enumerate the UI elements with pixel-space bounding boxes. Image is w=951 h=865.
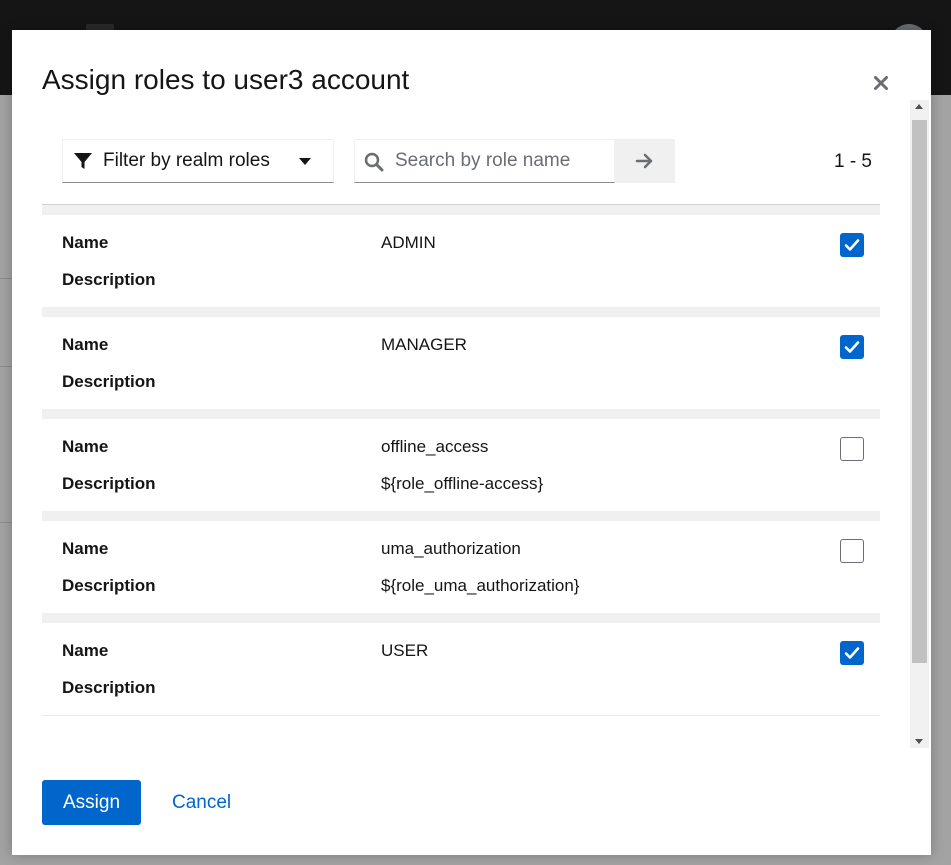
role-description: ${role_uma_authorization}: [381, 576, 580, 595]
name-label: Name: [62, 539, 109, 558]
pagination-info: 1 - 5: [833, 151, 872, 172]
role-row: Name offline_access Description ${role_offl…: [42, 409, 880, 511]
role-name: USER: [381, 641, 429, 660]
filter-icon: [73, 151, 93, 171]
role-name: ADMIN: [381, 233, 436, 252]
modal-title: Assign roles to user3 account: [42, 64, 410, 95]
name-label: Name: [62, 233, 109, 252]
name-label: Name: [62, 437, 109, 456]
scroll-up-icon[interactable]: [915, 104, 923, 109]
list-divider: [42, 715, 880, 716]
role-row: Name uma_authorization Description ${role_u…: [42, 511, 880, 613]
description-label: Description: [62, 678, 156, 697]
role-description: ${role_offline-access}: [381, 474, 544, 493]
search-submit-button[interactable]: [615, 139, 675, 183]
filter-dropdown[interactable]: Filter by realm roles: [62, 139, 334, 183]
role-name: MANAGER: [381, 335, 467, 354]
name-label: Name: [62, 335, 109, 354]
filter-selected-label: Filter by realm roles: [103, 150, 270, 171]
role-list: Name ADMIN Description Name MANAGER Descripti…: [42, 204, 880, 716]
background-divider: [0, 278, 12, 279]
description-label: Description: [62, 270, 156, 289]
role-checkbox[interactable]: [840, 335, 864, 359]
role-checkbox[interactable]: [840, 437, 864, 461]
assign-roles-modal: Assign roles to user3 account Filter by …: [12, 30, 931, 855]
caret-down-icon: [298, 157, 312, 166]
name-label: Name: [62, 641, 109, 660]
role-name: uma_authorization: [381, 539, 521, 558]
assign-button[interactable]: Assign: [42, 780, 141, 825]
search-box: [354, 139, 615, 183]
scroll-down-icon[interactable]: [915, 739, 923, 744]
close-button[interactable]: [868, 70, 894, 96]
description-label: Description: [62, 372, 156, 391]
checkmark-icon: [844, 341, 860, 353]
role-row: Name ADMIN Description: [42, 205, 880, 307]
checkmark-icon: [844, 647, 860, 659]
description-label: Description: [62, 474, 156, 493]
role-name: offline_access: [381, 437, 489, 456]
role-checkbox[interactable]: [840, 233, 864, 257]
close-icon: [874, 76, 888, 90]
scrollbar-thumb[interactable]: [912, 120, 927, 663]
role-row: Name MANAGER Description: [42, 307, 880, 409]
role-checkbox[interactable]: [840, 539, 864, 563]
toolbar: Filter by realm roles Search by role nam…: [42, 139, 880, 185]
search-group: [354, 139, 675, 183]
arrow-right-icon: [635, 153, 653, 169]
background-divider: [0, 366, 12, 367]
background-divider: [0, 522, 12, 523]
modal-scrollbar[interactable]: [910, 100, 929, 748]
role-cards: Name ADMIN Description Name MANAGER Descripti…: [42, 205, 880, 715]
modal-body: Filter by realm roles Search by role nam…: [12, 100, 931, 748]
checkmark-icon: [844, 239, 860, 251]
cancel-button[interactable]: Cancel: [162, 780, 241, 825]
description-label: Description: [62, 576, 156, 595]
search-icon: [364, 152, 384, 172]
role-checkbox[interactable]: [840, 641, 864, 665]
search-input[interactable]: [395, 146, 610, 176]
role-row: Name USER Description: [42, 613, 880, 715]
